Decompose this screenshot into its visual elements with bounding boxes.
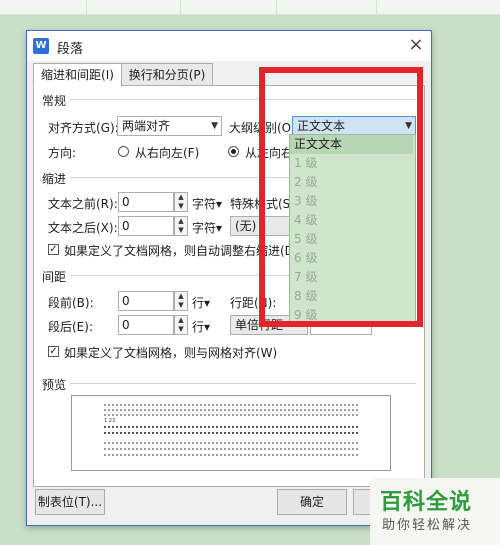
spacing-before-stepper[interactable]: ▲ ▼ — [174, 291, 188, 311]
preview-line — [104, 409, 358, 411]
spacing-grid-checkbox-label: 如果定义了文档网格，则与网格对齐(W) — [64, 346, 278, 360]
spacing-before-label: 段前(B): — [48, 296, 94, 310]
indent-after-input[interactable]: 0 — [118, 216, 174, 236]
section-preview: 预览 — [42, 378, 67, 392]
preview-line — [104, 426, 358, 428]
radio-icon[interactable] — [118, 146, 129, 157]
spin-down-icon[interactable]: ▼ — [178, 202, 183, 210]
tab-stops-button[interactable]: 制表位(T)... — [35, 489, 105, 515]
checkbox-icon[interactable]: ✓ — [48, 244, 59, 255]
tab-indent-spacing[interactable]: 缩进和间距(I) — [33, 63, 122, 87]
watermark-brand: 百科全说 — [380, 490, 473, 515]
section-indent: 缩进 — [42, 172, 67, 186]
preview-box: 1.23 — [71, 395, 391, 471]
title-bar: W 段落 × — [27, 31, 431, 61]
divider — [70, 383, 416, 384]
watermark-slogan: 助你轻松解决 — [382, 518, 473, 533]
direction-label: 方向: — [48, 146, 77, 160]
spin-up-icon[interactable]: ▲ — [178, 292, 183, 300]
background-toolbar-strip — [0, 0, 500, 15]
close-icon[interactable]: × — [405, 34, 427, 56]
indent-before-stepper[interactable]: ▲ ▼ — [174, 192, 188, 212]
preview-line — [104, 448, 358, 450]
preview-sample-mark: 1.23 — [104, 418, 116, 424]
indent-after-stepper[interactable]: ▲ ▼ — [174, 216, 188, 236]
spin-down-icon[interactable]: ▼ — [178, 301, 183, 309]
indent-before-unit[interactable]: 字符▾ — [192, 195, 222, 212]
preview-line — [104, 404, 358, 406]
checkbox-icon[interactable]: ✓ — [48, 346, 59, 357]
spacing-after-stepper[interactable]: ▲ ▼ — [174, 315, 188, 335]
rtl-label: 从右向左(F) — [135, 146, 200, 160]
indent-before-input[interactable]: 0 — [118, 192, 174, 212]
spin-up-icon[interactable]: ▲ — [178, 217, 183, 225]
preview-line — [104, 414, 358, 416]
radio-icon[interactable] — [228, 146, 239, 157]
special-format-value: (无) — [235, 219, 257, 233]
spacing-before-unit[interactable]: 行▾ — [192, 294, 210, 311]
spacing-before-input[interactable]: 0 — [118, 291, 174, 311]
section-general: 常规 — [42, 94, 67, 108]
spacing-after-input[interactable]: 0 — [118, 315, 174, 335]
tab-line-page-break[interactable]: 换行和分页(P) — [121, 63, 213, 87]
section-spacing: 间距 — [42, 270, 67, 284]
spin-up-icon[interactable]: ▲ — [178, 316, 183, 324]
indent-after-unit[interactable]: 字符▾ — [192, 219, 222, 236]
spacing-after-unit[interactable]: 行▾ — [192, 318, 210, 335]
preview-line — [104, 442, 358, 444]
alignment-select[interactable]: 两端对齐 ▼ — [117, 116, 222, 136]
preview-line — [104, 454, 358, 456]
dropdown-arrow-icon: ▼ — [211, 121, 218, 131]
alignment-value: 两端对齐 — [122, 119, 171, 133]
indent-after-label: 文本之后(X): — [48, 221, 118, 235]
alignment-label: 对齐方式(G): — [48, 121, 119, 135]
indent-before-label: 文本之前(R): — [48, 197, 118, 211]
ok-button[interactable]: 确定 — [277, 489, 347, 515]
highlight-box — [259, 67, 423, 327]
spin-up-icon[interactable]: ▲ — [178, 193, 183, 201]
spin-down-icon[interactable]: ▼ — [178, 325, 183, 333]
spin-down-icon[interactable]: ▼ — [178, 226, 183, 234]
spacing-after-label: 段后(E): — [48, 320, 93, 334]
preview-line — [104, 432, 358, 434]
app-icon: W — [33, 38, 49, 54]
dialog-title: 段落 — [57, 42, 84, 57]
